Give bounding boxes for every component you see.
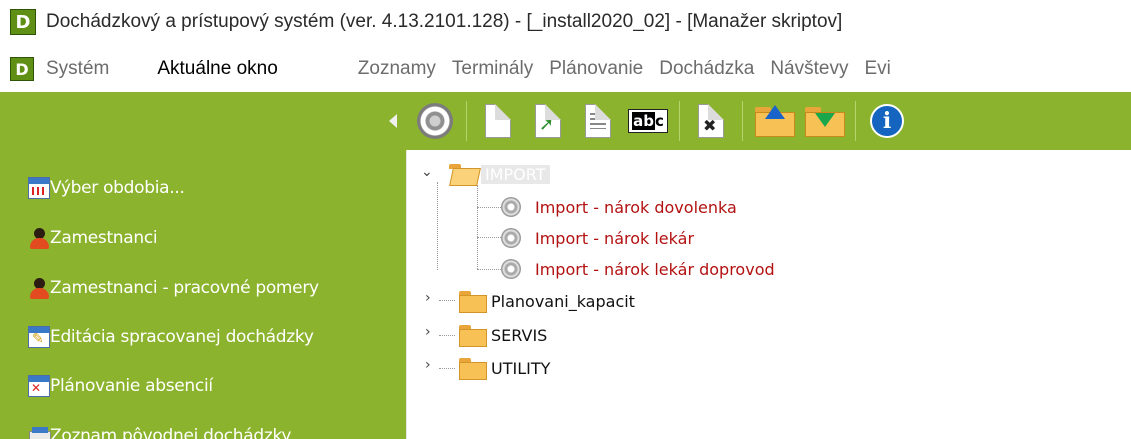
tree-folder-label: UTILITY (491, 358, 551, 378)
system-menu-icon[interactable]: D (10, 57, 34, 81)
nav-item-label: Zamestnanci - pracovné pomery (50, 278, 319, 298)
export-folder-button[interactable] (753, 100, 795, 142)
chevron-right-icon[interactable]: › (425, 357, 431, 373)
document-edit-icon (585, 104, 611, 138)
tree-script-label: Import - nárok dovolenka (535, 197, 737, 217)
menu-attendance[interactable]: Dochádzka (659, 58, 754, 80)
script-toolbar: ➚ abc ✖ i (406, 92, 1131, 150)
nav-item-employment-relations[interactable]: Zamestnanci - pracovné pomery (28, 275, 319, 301)
folder-upload-icon (755, 105, 795, 137)
tree-folder-label: Planovani_kapacit (491, 291, 635, 311)
chevron-right-icon[interactable]: › (425, 324, 431, 340)
folder-icon (459, 325, 487, 347)
title-bar[interactable]: D Dochádzkový a prístupový systém (ver. … (0, 0, 1131, 44)
person-icon (28, 277, 50, 299)
tree-script-item[interactable]: Import - nárok dovolenka (501, 193, 737, 221)
chevron-down-icon[interactable]: ⌄ (421, 164, 433, 180)
window-title: Dochádzkový a prístupový systém (ver. 4.… (46, 11, 843, 32)
tree-script-label: Import - nárok lekár doprovod (535, 259, 775, 279)
tree-folder-servis[interactable]: › SERVIS (421, 321, 547, 349)
chevron-right-icon[interactable]: › (425, 290, 431, 306)
left-navigation-panel: Výber obdobia... Zamestnanci Zamestnanci… (0, 92, 406, 439)
tree-script-item[interactable]: Import - nárok lekár (501, 224, 694, 252)
calendar-x-icon (28, 375, 50, 397)
menu-visits[interactable]: Návštevy (770, 58, 848, 80)
menu-terminals[interactable]: Terminály (452, 58, 533, 80)
script-gear-icon (501, 259, 521, 279)
document-delete-icon: ✖ (698, 104, 724, 138)
nav-item-edit-attendance[interactable]: Editácia spracovanej dochádzky (28, 324, 314, 350)
rename-button[interactable]: abc (627, 100, 669, 142)
nav-item-label: Editácia spracovanej dochádzky (50, 327, 314, 347)
script-tree: ⌄ IMPORT Import - nárok dovolenka Import… (406, 150, 1131, 439)
menu-lists[interactable]: Zoznamy (358, 58, 436, 80)
run-script-button[interactable] (414, 100, 456, 142)
gear-icon (417, 103, 453, 139)
tree-connector (437, 182, 438, 270)
document-import-icon: ➚ (535, 104, 561, 138)
script-gear-icon (501, 228, 521, 248)
person-icon (28, 227, 50, 249)
collapse-panel-icon[interactable] (389, 114, 397, 128)
open-folder-icon (449, 164, 475, 184)
delete-script-button[interactable]: ✖ (690, 100, 732, 142)
nav-item-label: Zoznam pôvodnej dochádzky (50, 426, 292, 439)
new-document-icon (485, 104, 511, 138)
tree-connector (477, 207, 501, 208)
toolbar-separator (855, 101, 856, 141)
menu-system[interactable]: Systém (46, 58, 109, 80)
tree-script-item[interactable]: Import - nárok lekár doprovod (501, 255, 775, 283)
tree-script-label: Import - nárok lekár (535, 228, 695, 248)
application-window: D Dochádzkový a prístupový systém (ver. … (0, 0, 1131, 439)
folder-icon (459, 291, 487, 313)
nav-item-employees[interactable]: Zamestnanci (28, 225, 158, 251)
tree-folder-planovani-kapacit[interactable]: › Planovani_kapacit (421, 287, 635, 315)
tree-connector (477, 185, 478, 269)
toolbar-separator (466, 101, 467, 141)
info-icon: i (870, 104, 904, 138)
tree-folder-label: IMPORT (481, 164, 550, 184)
nav-item-absence-planning[interactable]: Plánovanie absencií (28, 373, 213, 399)
import-folder-button[interactable] (803, 100, 845, 142)
edit-calendar-icon (28, 326, 50, 348)
menu-records[interactable]: Evi (864, 58, 890, 80)
import-script-button[interactable]: ➚ (527, 100, 569, 142)
nav-item-period-selection[interactable]: Výber obdobia... (28, 175, 185, 201)
menu-bar: D Systém Aktuálne okno Zoznamy Terminály… (0, 50, 1131, 88)
nav-item-label: Výber obdobia... (50, 178, 185, 198)
info-button[interactable]: i (866, 100, 908, 142)
tree-folder-import[interactable]: ⌄ IMPORT (421, 160, 550, 188)
tree-connector (477, 269, 501, 270)
calendar-icon (28, 177, 50, 199)
script-gear-icon (501, 197, 521, 217)
toolbar-separator (679, 101, 680, 141)
menu-planning[interactable]: Plánovanie (549, 58, 643, 80)
folder-icon (459, 358, 487, 380)
list-icon (28, 425, 51, 439)
rename-abc-icon: abc (628, 109, 668, 133)
edit-script-button[interactable] (577, 100, 619, 142)
tree-folder-utility[interactable]: › UTILITY (421, 354, 550, 382)
nav-item-original-attendance[interactable]: Zoznam pôvodnej dochádzky (28, 423, 291, 439)
app-logo-icon: D (10, 9, 36, 35)
menu-active-window[interactable]: Aktuálne okno (157, 58, 277, 80)
tree-folder-label: SERVIS (491, 325, 548, 345)
nav-item-label: Zamestnanci (50, 228, 158, 248)
toolbar-separator (742, 101, 743, 141)
nav-item-label: Plánovanie absencií (50, 376, 213, 396)
tree-connector (477, 237, 501, 238)
new-script-button[interactable] (477, 100, 519, 142)
folder-download-icon (805, 107, 845, 137)
